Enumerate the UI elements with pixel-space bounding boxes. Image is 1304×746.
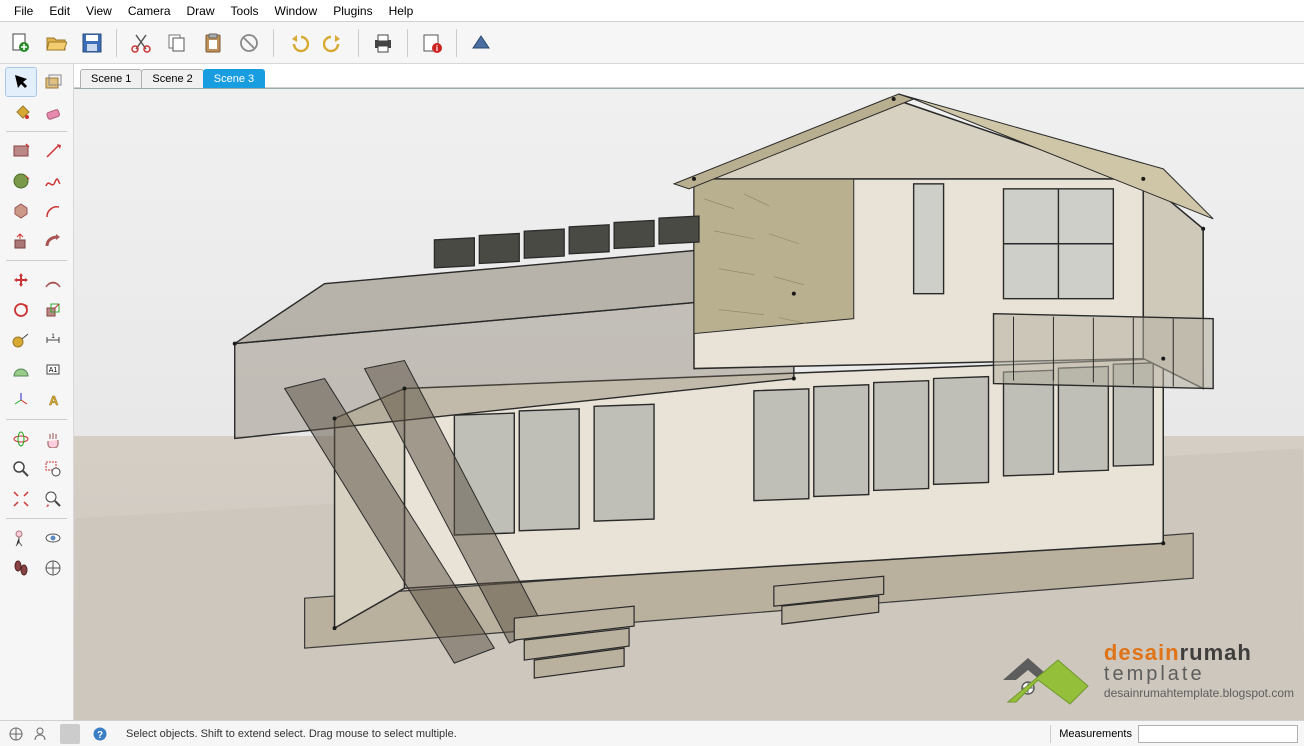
cut-icon[interactable] [125,27,157,59]
rectangle-tool-icon[interactable] [6,137,36,165]
watermark-line2: template [1104,664,1294,685]
protractor-tool-icon[interactable] [6,356,36,384]
zoom-extents-icon[interactable] [6,485,36,513]
watermark-logo-icon [968,630,1098,710]
scene-tab-1[interactable]: Scene 1 [80,69,142,88]
svg-text:1: 1 [51,334,55,340]
move-tool-icon[interactable] [6,266,36,294]
scale-tool-icon[interactable] [38,296,68,324]
main-toolbar: i [0,22,1304,64]
rotate-tool-icon[interactable] [6,296,36,324]
model-info-icon[interactable]: i [416,27,448,59]
svg-text:A: A [49,393,59,408]
credits-icon[interactable] [30,724,50,744]
geolocation-icon[interactable] [6,724,26,744]
eraser-tool-icon[interactable] [38,98,68,126]
scene-tabs: Scene 1 Scene 2 Scene 3 [74,64,1304,88]
view-area: Scene 1 Scene 2 Scene 3 [74,64,1304,720]
walk-tool-icon[interactable] [6,554,36,582]
redo-icon[interactable] [318,27,350,59]
help-icon[interactable]: ? [90,724,110,744]
menu-bar: File Edit View Camera Draw Tools Window … [0,0,1304,22]
open-file-icon[interactable] [40,27,72,59]
print-icon[interactable] [367,27,399,59]
line-tool-icon[interactable] [38,137,68,165]
text-tool-icon[interactable]: A1 [38,356,68,384]
look-around-icon[interactable] [38,524,68,552]
scene-tab-3[interactable]: Scene 3 [203,69,265,88]
menu-edit[interactable]: Edit [41,2,78,20]
freehand-tool-icon[interactable] [38,167,68,195]
measurements-label: Measurements [1057,728,1134,740]
menu-draw[interactable]: Draw [179,2,223,20]
3d-text-tool-icon[interactable]: A [38,386,68,414]
section-plane-icon[interactable] [38,554,68,582]
svg-text:i: i [436,44,438,53]
watermark-brand: desainrumah [1104,641,1294,664]
tool-palette: 1 A1 A [0,64,74,720]
pan-tool-icon[interactable] [38,425,68,453]
3d-viewport[interactable]: desainrumah template desainrumahtemplate… [74,88,1304,720]
workspace: 1 A1 A [0,64,1304,720]
menu-camera[interactable]: Camera [120,2,179,20]
menu-view[interactable]: View [78,2,120,20]
menu-tools[interactable]: Tools [223,2,267,20]
menu-window[interactable]: Window [267,2,326,20]
offset-tool-icon[interactable] [38,266,68,294]
svg-text:A1: A1 [48,367,57,374]
watermark-url: desainrumahtemplate.blogspot.com [1104,687,1294,700]
axes-tool-icon[interactable] [6,386,36,414]
undo-icon[interactable] [282,27,314,59]
model-drawing [74,89,1304,720]
pushpull-tool-icon[interactable] [6,227,36,255]
menu-file[interactable]: File [6,2,41,20]
paint-bucket-icon[interactable] [6,98,36,126]
select-tool-icon[interactable] [6,68,36,96]
tape-measure-icon[interactable] [6,326,36,354]
status-bar: ? Select objects. Shift to extend select… [0,720,1304,746]
previous-view-icon[interactable] [38,485,68,513]
measurements-input[interactable] [1138,725,1298,743]
position-camera-icon[interactable] [6,524,36,552]
make-component-icon[interactable] [38,68,68,96]
styles-icon[interactable] [465,27,497,59]
scene-tab-2[interactable]: Scene 2 [141,69,203,88]
zoom-tool-icon[interactable] [6,455,36,483]
arc-tool-icon[interactable] [38,197,68,225]
menu-plugins[interactable]: Plugins [325,2,380,20]
zoom-window-icon[interactable] [38,455,68,483]
orbit-tool-icon[interactable] [6,425,36,453]
erase-icon[interactable] [233,27,265,59]
status-hint: Select objects. Shift to extend select. … [116,728,1044,740]
dimension-tool-icon[interactable]: 1 [38,326,68,354]
watermark: desainrumah template desainrumahtemplate… [968,630,1294,710]
polygon-tool-icon[interactable] [6,197,36,225]
followme-tool-icon[interactable] [38,227,68,255]
svg-text:?: ? [97,730,103,741]
menu-help[interactable]: Help [381,2,422,20]
new-file-icon[interactable] [4,27,36,59]
copy-icon[interactable] [161,27,193,59]
save-icon[interactable] [76,27,108,59]
circle-tool-icon[interactable] [6,167,36,195]
paste-icon[interactable] [197,27,229,59]
